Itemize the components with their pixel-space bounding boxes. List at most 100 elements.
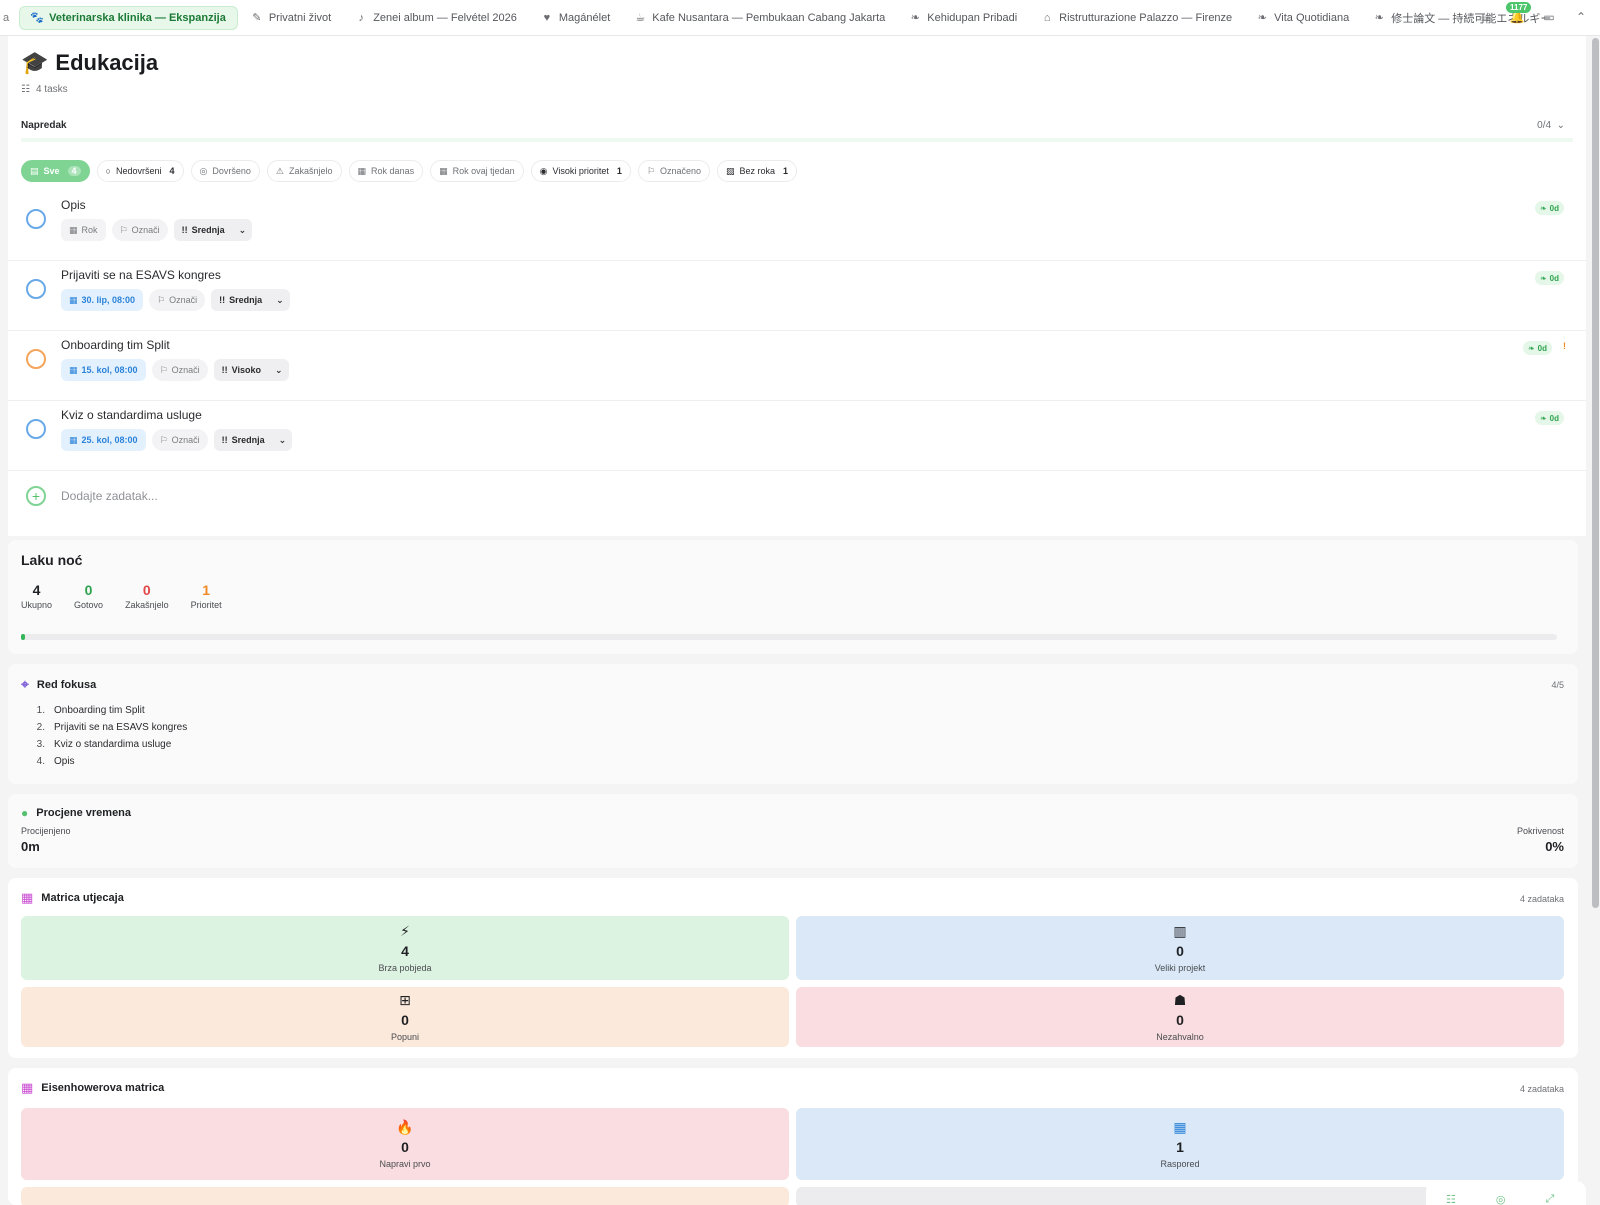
task-row[interactable]: Onboarding tim Split ▦ 15. kol, 08:00 ⚐ Oz… bbox=[8, 331, 1586, 401]
floating-toolbar: ☷ ◎ ⤢ bbox=[1426, 1181, 1586, 1205]
filter-chips: ▤ Sve 4 ○ Nedovršeni 4 ◎ Dovršeno ⚠ Zakašnjelo… bbox=[21, 160, 798, 182]
coverage-label: Pokrivenost bbox=[1516, 826, 1564, 836]
graduation-cap-icon: 🎓 bbox=[21, 50, 49, 75]
hat-icon: ☕ bbox=[635, 12, 646, 24]
task-name[interactable]: Opis bbox=[61, 198, 86, 212]
task-checkbox[interactable] bbox=[26, 279, 46, 299]
priority-select[interactable]: !! Visoko ⌄ bbox=[213, 359, 289, 381]
grid-icon: ▦ bbox=[21, 890, 34, 905]
circle-icon[interactable]: ◎ bbox=[1496, 1193, 1506, 1205]
time-badge: ❧ 0d bbox=[1522, 341, 1552, 355]
calendar-icon: ▦ bbox=[69, 294, 78, 305]
calendar-x-icon: ▧ bbox=[725, 165, 735, 176]
scrollbar[interactable] bbox=[1590, 36, 1600, 916]
impact-cell-big-project[interactable]: ▥ 0 Veliki projekt bbox=[796, 916, 1564, 980]
night-summary-title: Laku noć bbox=[21, 552, 83, 568]
flag-icon: ⚐ bbox=[159, 364, 168, 375]
filter-oznaceno[interactable]: ⚐ Označeno bbox=[637, 160, 710, 182]
task-checkbox[interactable] bbox=[26, 349, 46, 369]
tab-privatni-zivot[interactable]: ✎ Privatni život bbox=[240, 6, 342, 30]
add-task-row[interactable]: + Dodajte zadatak... bbox=[8, 474, 1586, 514]
eisenhower-cell-do-first[interactable]: 🔥 0 Napravi prvo bbox=[21, 1108, 789, 1180]
due-date-button[interactable]: ▦ 15. kol, 08:00 bbox=[61, 359, 146, 381]
list-icon[interactable]: ☷ bbox=[1446, 1193, 1456, 1205]
add-task-input[interactable]: Dodajte zadatak... bbox=[61, 489, 158, 503]
focus-item[interactable]: 4. Opis bbox=[33, 756, 1565, 773]
tab-ristrutturazione-palazzo[interactable]: ⌂ Ristrutturazione Palazzo — Firenze bbox=[1030, 6, 1243, 30]
progress-section[interactable]: Napredak 0/4 ⌄ bbox=[21, 120, 1573, 142]
flag-button[interactable]: ⚐ Označi bbox=[149, 289, 206, 311]
impact-cell-fill-in[interactable]: ⊞ 0 Popuni bbox=[21, 987, 789, 1047]
tab-vita-quotidiana[interactable]: ❧ Vita Quotidiana bbox=[1245, 6, 1360, 30]
filter-bez-roka[interactable]: ▧ Bez roka 1 bbox=[716, 160, 798, 182]
stat-prioritet: 1 Prioritet bbox=[190, 582, 222, 610]
impact-matrix-card: ▦ Matrica utjecaja 4 zadataka ⚡ 4 Brza pob… bbox=[8, 878, 1578, 1058]
filter-visoki-prioritet[interactable]: ◉ Visoki prioritet 1 bbox=[530, 160, 631, 182]
tab-stub[interactable]: a bbox=[0, 12, 17, 24]
bolt-icon: ⚡ bbox=[400, 923, 410, 939]
calendar-icon: ▦ bbox=[69, 224, 78, 235]
eisenhower-count: 4 zadataka bbox=[1519, 1084, 1564, 1094]
flag-icon: ⚐ bbox=[157, 294, 166, 305]
leaf-icon: ❧ bbox=[1257, 12, 1267, 24]
impact-cell-quick-win[interactable]: ⚡ 4 Brza pobjeda bbox=[21, 916, 789, 980]
eisenhower-cell-schedule[interactable]: ▦ 1 Raspored bbox=[796, 1108, 1564, 1180]
priority-select[interactable]: !! Srednja ⌄ bbox=[211, 289, 290, 311]
stat-ukupno: 4 Ukupno bbox=[21, 582, 53, 610]
flag-button[interactable]: ⚐ Označi bbox=[151, 429, 208, 451]
eisenhower-cell-delegate[interactable] bbox=[21, 1187, 789, 1205]
due-date-button[interactable]: ▦ 30. lip, 08:00 bbox=[61, 289, 144, 311]
tab-zenei-album[interactable]: ♪ Zenei album — Felvétel 2026 bbox=[344, 6, 528, 30]
tab-kehidupan-pribadi[interactable]: ❧ Kehidupan Pribadi bbox=[898, 6, 1028, 30]
priority-select[interactable]: !! Srednja ⌄ bbox=[173, 219, 253, 241]
clock-icon: ● bbox=[21, 806, 29, 820]
due-date-button[interactable]: ▦ Rok bbox=[61, 219, 106, 241]
tab-veterinarska-klinika[interactable]: 🐾 Veterinarska klinika — Ekspanzija bbox=[19, 5, 238, 30]
time-badge: ❧ 0d bbox=[1534, 201, 1564, 215]
leaf-icon: ❧ bbox=[1539, 273, 1547, 283]
night-progress-bar bbox=[21, 634, 1557, 640]
focus-item[interactable]: 3. Kviz o standardima usluge bbox=[33, 739, 1565, 756]
leaf-icon: ❧ bbox=[910, 12, 920, 24]
focus-item[interactable]: 2. Prijaviti se na ESAVS kongres bbox=[33, 722, 1565, 739]
filter-dovrseno[interactable]: ◎ Dovršeno bbox=[190, 160, 260, 182]
task-row[interactable]: Opis ▦ Rok ⚐ Označi !! Srednja ⌄ ❧ 0d bbox=[8, 191, 1586, 261]
filter-rok-danas[interactable]: ▦ Rok danas bbox=[348, 160, 424, 182]
bell-icon[interactable]: 🔔 1177 bbox=[1506, 2, 1532, 28]
task-checkbox[interactable] bbox=[26, 209, 46, 229]
scrollbar-thumb[interactable] bbox=[1592, 38, 1599, 908]
music-note-icon: ♪ bbox=[358, 11, 364, 24]
hat-icon[interactable]: ☕ bbox=[1474, 6, 1496, 28]
chevron-down-icon: ⌄ bbox=[275, 364, 283, 375]
page-title: 🎓 Edukacija bbox=[21, 50, 159, 75]
calendar-icon: ▦ bbox=[69, 434, 78, 445]
filter-sve[interactable]: ▤ Sve 4 bbox=[21, 160, 90, 182]
focus-item[interactable]: 1. Onboarding tim Split bbox=[33, 705, 1565, 722]
filter-rok-ovaj-tjedan[interactable]: ▦ Rok ovaj tjedan bbox=[430, 160, 524, 182]
filter-nedovrseni[interactable]: ○ Nedovršeni 4 bbox=[96, 160, 184, 182]
task-name[interactable]: Prijaviti se na ESAVS kongres bbox=[61, 268, 221, 282]
flag-button[interactable]: ⚐ Označi bbox=[111, 219, 168, 241]
flag-button[interactable]: ⚐ Označi bbox=[151, 359, 208, 381]
impact-cell-thankless[interactable]: ☗ 0 Nezahvalno bbox=[796, 987, 1564, 1047]
time-estimates-title: ● Procjene vremena bbox=[21, 806, 132, 820]
expand-icon[interactable]: ⤢ bbox=[1545, 1193, 1554, 1205]
high-priority-mark: ! bbox=[1563, 341, 1566, 351]
chevron-up-icon[interactable]: ⌃ bbox=[1570, 6, 1592, 28]
task-name[interactable]: Onboarding tim Split bbox=[61, 338, 170, 352]
building-icon: ⌂ bbox=[1043, 11, 1051, 24]
estimated-value: 0m bbox=[21, 839, 40, 854]
add-task-plus-icon[interactable]: + bbox=[26, 486, 46, 506]
filter-zakasnjelo[interactable]: ⚠ Zakašnjelo bbox=[266, 160, 342, 182]
layout-icon[interactable]: ▭ bbox=[1538, 6, 1560, 28]
task-row[interactable]: Kviz o standardima usluge ▦ 25. kol, 08:0… bbox=[8, 401, 1586, 471]
coverage-value: 0% bbox=[1545, 839, 1564, 854]
priority-select[interactable]: !! Srednja ⌄ bbox=[213, 429, 293, 451]
task-checkbox[interactable] bbox=[26, 419, 46, 439]
task-row[interactable]: Prijaviti se na ESAVS kongres ▦ 30. lip, … bbox=[8, 261, 1586, 331]
calendar-icon: ▦ bbox=[69, 364, 78, 375]
due-date-button[interactable]: ▦ 25. kol, 08:00 bbox=[61, 429, 146, 451]
task-name[interactable]: Kviz o standardima usluge bbox=[61, 408, 202, 422]
tab-kafe-nusantara[interactable]: ☕ Kafe Nusantara — Pembukaan Cabang Jaka… bbox=[623, 6, 896, 30]
tab-maganelet[interactable]: ♥ Magánélet bbox=[530, 6, 621, 30]
